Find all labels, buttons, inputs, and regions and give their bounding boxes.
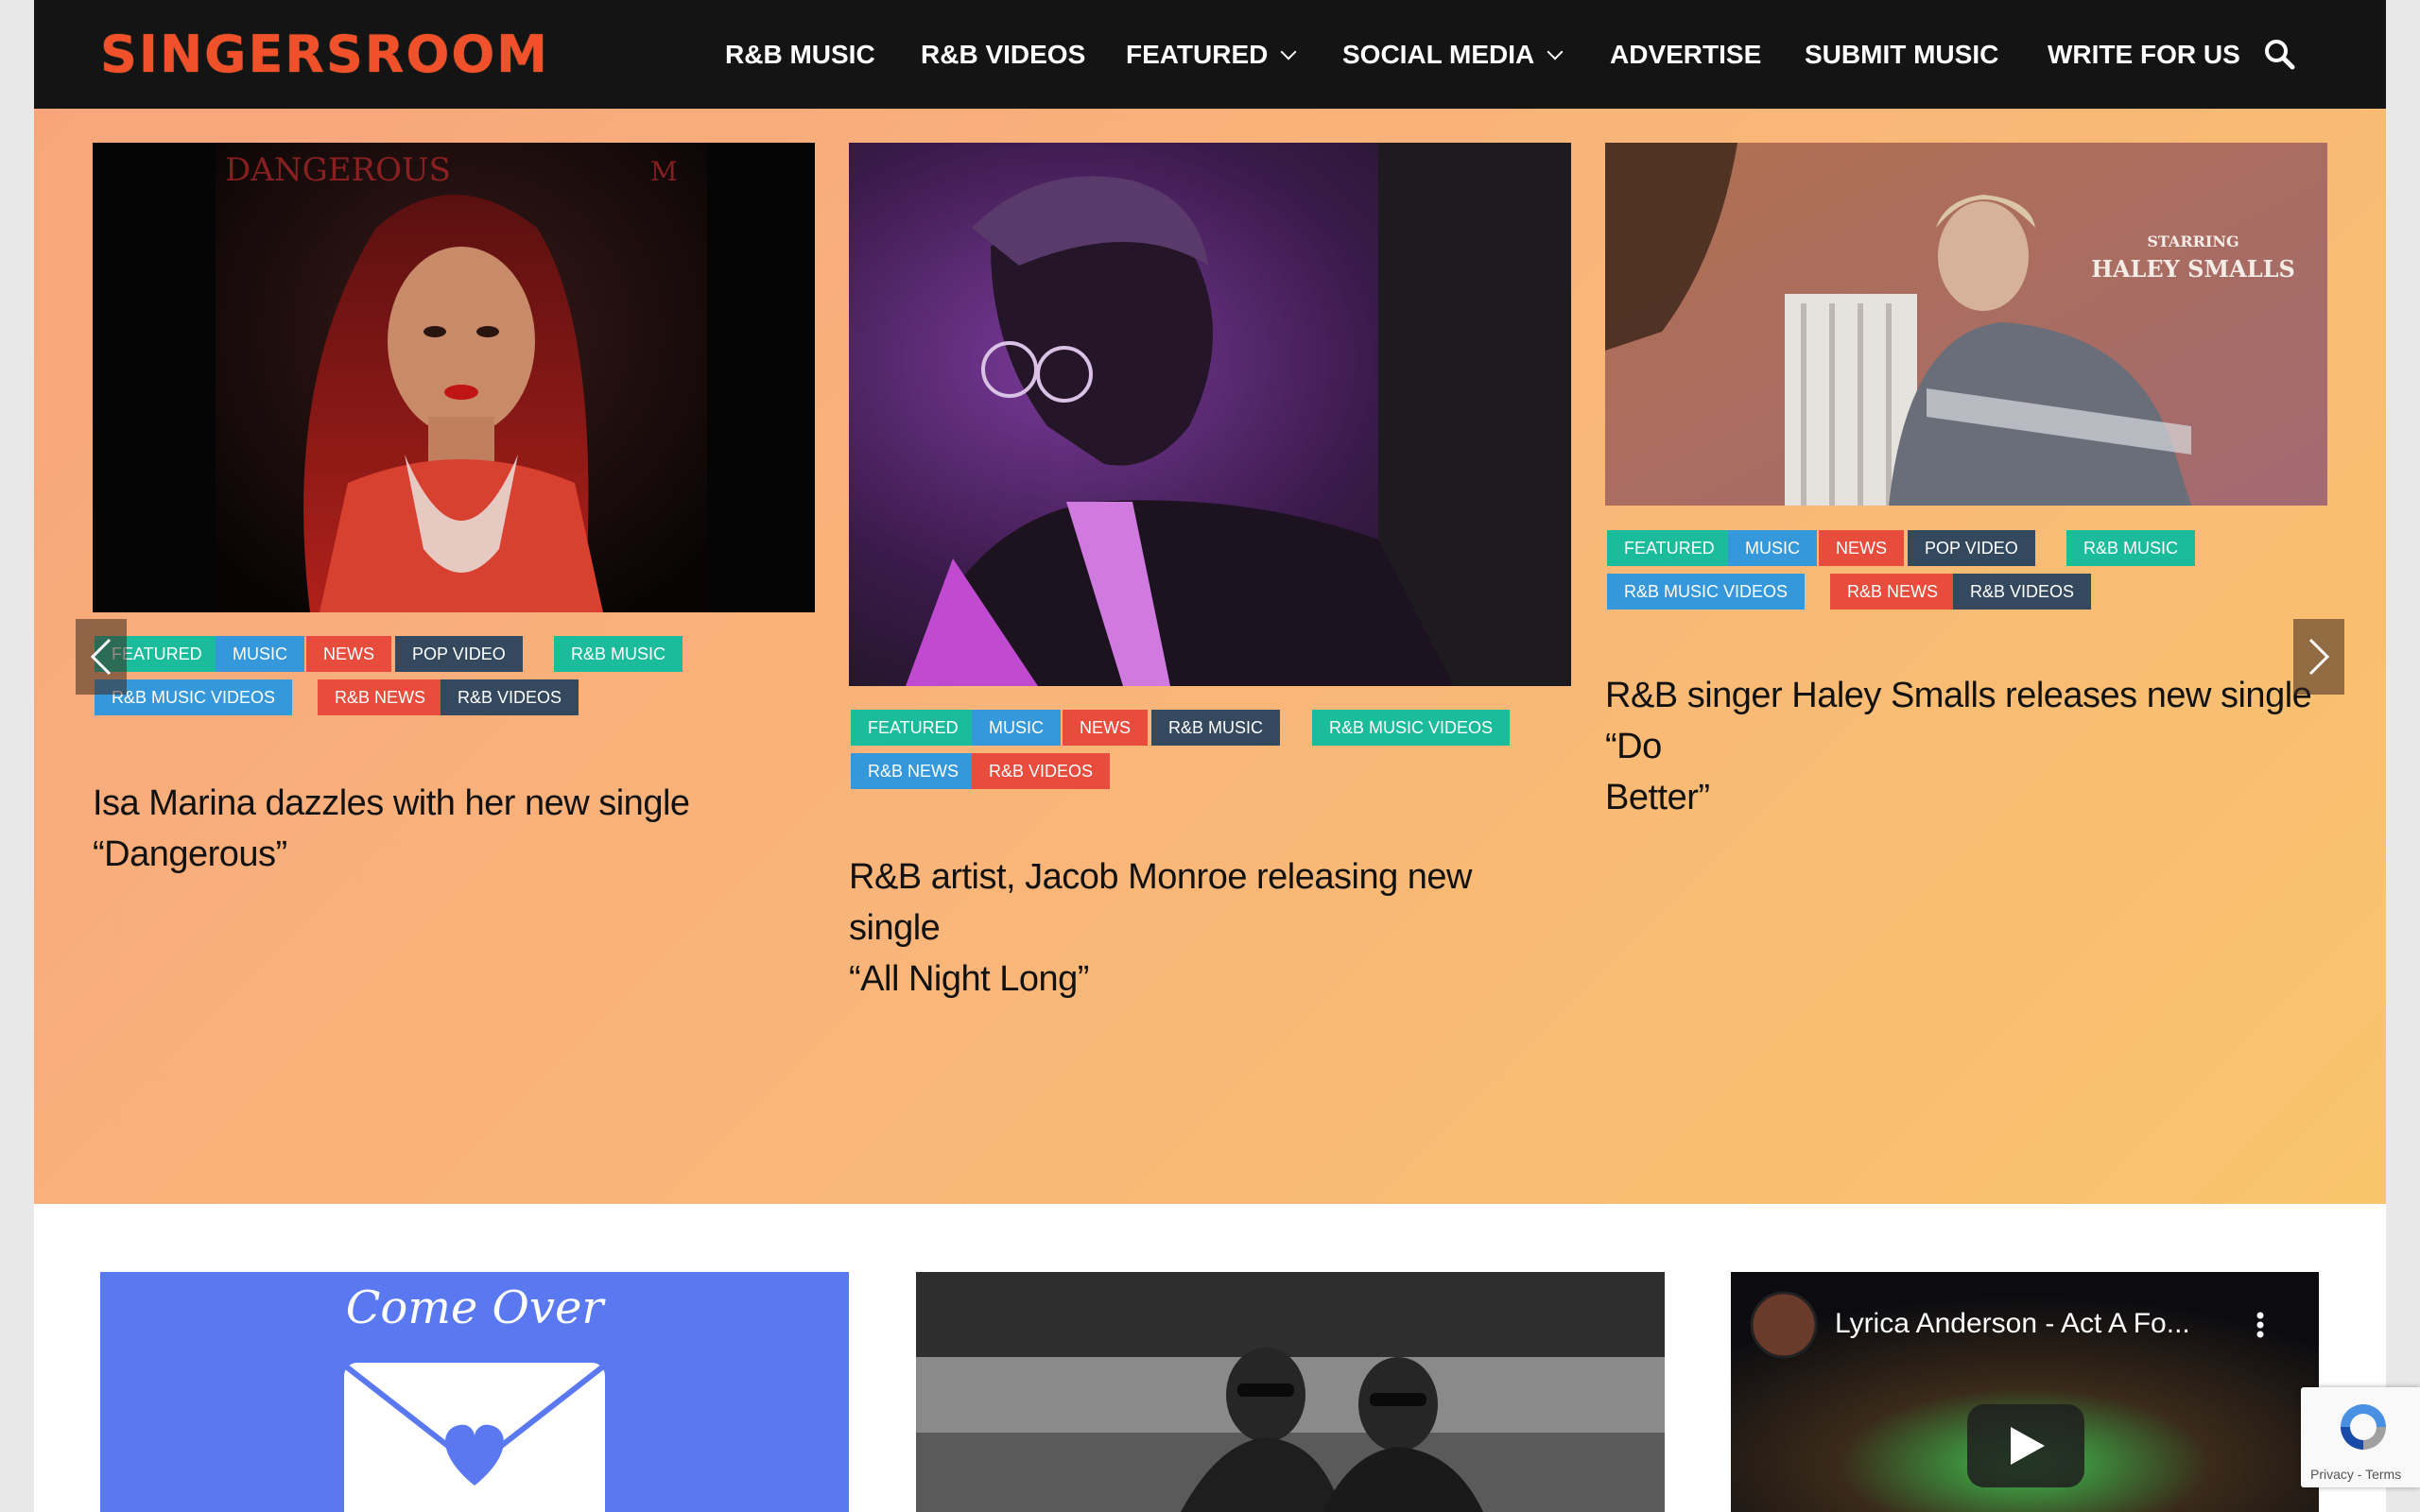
nav-label: FEATURED (1126, 40, 1269, 69)
recaptcha-icon (2341, 1404, 2386, 1450)
slider-next-button[interactable] (2293, 619, 2344, 695)
jacob-monroe-photo (849, 143, 1571, 686)
promo-heading: Come Over (345, 1281, 604, 1334)
tag-rnb-videos[interactable]: R&B VIDEOS (1953, 574, 2092, 610)
tag-rnb-music-videos[interactable]: R&B MUSIC VIDEOS (1312, 710, 1511, 746)
tag-rnb-news[interactable]: R&B NEWS (1830, 574, 1956, 610)
nav-item-social-media[interactable]: SOCIAL MEDIA (1342, 0, 1564, 109)
chevron-down-icon (1547, 43, 1564, 60)
recaptcha-badge[interactable]: Privacy - Terms (2301, 1387, 2420, 1487)
card-title-line: Isa Marina dazzles with her new single (93, 783, 690, 823)
tag-featured[interactable]: FEATURED (1607, 530, 1732, 566)
recaptcha-links[interactable]: Privacy - Terms (2310, 1467, 2401, 1482)
tag-rnb-music[interactable]: R&B MUSIC (554, 636, 683, 672)
card-image[interactable] (849, 143, 1571, 686)
haley-smalls-video-still: STARRING HALEY SMALLS (1605, 143, 2327, 506)
tag-pop-video[interactable]: POP VIDEO (1908, 530, 2035, 566)
nav-item-featured[interactable]: FEATURED (1126, 0, 1297, 109)
slider-prev-button[interactable] (76, 619, 127, 695)
tag-news[interactable]: NEWS (306, 636, 391, 672)
chevron-left-icon (90, 638, 112, 676)
nav-label: ADVERTISE (1610, 40, 1762, 69)
isa-marina-cover-art: DANGEROUS M (93, 143, 815, 612)
chevron-right-icon (2308, 638, 2330, 676)
slider-card: FEATURED MUSIC NEWS R&B MUSIC R&B MUSIC … (849, 143, 1571, 999)
video-still-caption-large: HALEY SMALLS (2091, 255, 2295, 283)
tag-rnb-news[interactable]: R&B NEWS (851, 753, 977, 789)
chevron-down-icon (1280, 43, 1297, 60)
youtube-embed[interactable]: Lyrica Anderson - Act A Fo... (1731, 1272, 2319, 1512)
card-title[interactable]: R&B singer Haley Smalls releases new sin… (1605, 670, 2361, 823)
tag-news[interactable]: NEWS (1819, 530, 1904, 566)
promo-card[interactable]: Come Over (100, 1272, 849, 1512)
nav-item-write-for-us[interactable]: WRITE FOR US (2048, 0, 2240, 109)
tag-pop-video[interactable]: POP VIDEO (395, 636, 523, 672)
tag-rnb-music-videos[interactable]: R&B MUSIC VIDEOS (1607, 574, 1806, 610)
tag-music[interactable]: MUSIC (972, 710, 1061, 746)
featured-slider: DANGEROUS M FEATURED MUSIC NEWS POP VIDE… (34, 109, 2386, 1204)
top-nav: SINGERSROOM R&B MUSIC R&B VIDEOS FEATURE… (34, 0, 2386, 109)
card-title-line: Better” (1605, 778, 1710, 817)
video-still-caption-small: STARRING (2147, 232, 2238, 250)
card-title-line: R&B artist, Jacob Monroe releasing new s… (849, 857, 1473, 948)
tag-featured[interactable]: FEATURED (851, 710, 976, 746)
search-icon[interactable] (2263, 38, 2295, 70)
nav-item-rnb-music[interactable]: R&B MUSIC (725, 0, 875, 109)
nav-label: R&B VIDEOS (921, 40, 1086, 69)
tag-rnb-news[interactable]: R&B NEWS (318, 679, 443, 715)
nav-label: SOCIAL MEDIA (1342, 40, 1535, 69)
site-logo[interactable]: SINGERSROOM (100, 26, 549, 83)
slider-card: STARRING HALEY SMALLS FEATURED MUSIC NEW… (1605, 143, 2361, 899)
card-title[interactable]: R&B artist, Jacob Monroe releasing new s… (849, 851, 1567, 1005)
tag-music[interactable]: MUSIC (216, 636, 304, 672)
card-title-line: R&B singer Haley Smalls releases new sin… (1605, 676, 2312, 766)
tag-rnb-music[interactable]: R&B MUSIC (2066, 530, 2196, 566)
cover-title-text: DANGEROUS (225, 151, 451, 189)
tag-rnb-music[interactable]: R&B MUSIC (1151, 710, 1281, 746)
card-image[interactable]: STARRING HALEY SMALLS (1605, 143, 2327, 506)
tag-rnb-videos[interactable]: R&B VIDEOS (441, 679, 579, 715)
duo-photo (916, 1272, 1665, 1512)
nav-item-submit-music[interactable]: SUBMIT MUSIC (1805, 0, 1998, 109)
nav-label: WRITE FOR US (2048, 40, 2240, 69)
tag-rnb-videos[interactable]: R&B VIDEOS (972, 753, 1111, 789)
duo-photo-card[interactable] (916, 1272, 1665, 1512)
nav-item-advertise[interactable]: ADVERTISE (1610, 0, 1761, 109)
page: SINGERSROOM R&B MUSIC R&B VIDEOS FEATURE… (34, 0, 2386, 1512)
nav-item-rnb-videos[interactable]: R&B VIDEOS (921, 0, 1085, 109)
tag-news[interactable]: NEWS (1063, 710, 1148, 746)
envelope-heart-icon (344, 1363, 605, 1512)
card-title-line: “All Night Long” (849, 959, 1089, 999)
video-title[interactable]: Lyrica Anderson - Act A Fo... (1835, 1308, 2190, 1340)
nav-label: SUBMIT MUSIC (1805, 40, 1999, 69)
nav-label: R&B MUSIC (725, 40, 875, 69)
card-image[interactable]: DANGEROUS M (93, 143, 815, 612)
card-title-line: “Dangerous” (93, 834, 287, 874)
tag-music[interactable]: MUSIC (1728, 530, 1817, 566)
svg-text:M: M (650, 156, 678, 187)
slider-card: DANGEROUS M FEATURED MUSIC NEWS POP VIDE… (93, 143, 815, 899)
card-title[interactable]: Isa Marina dazzles with her new single “… (93, 778, 811, 880)
